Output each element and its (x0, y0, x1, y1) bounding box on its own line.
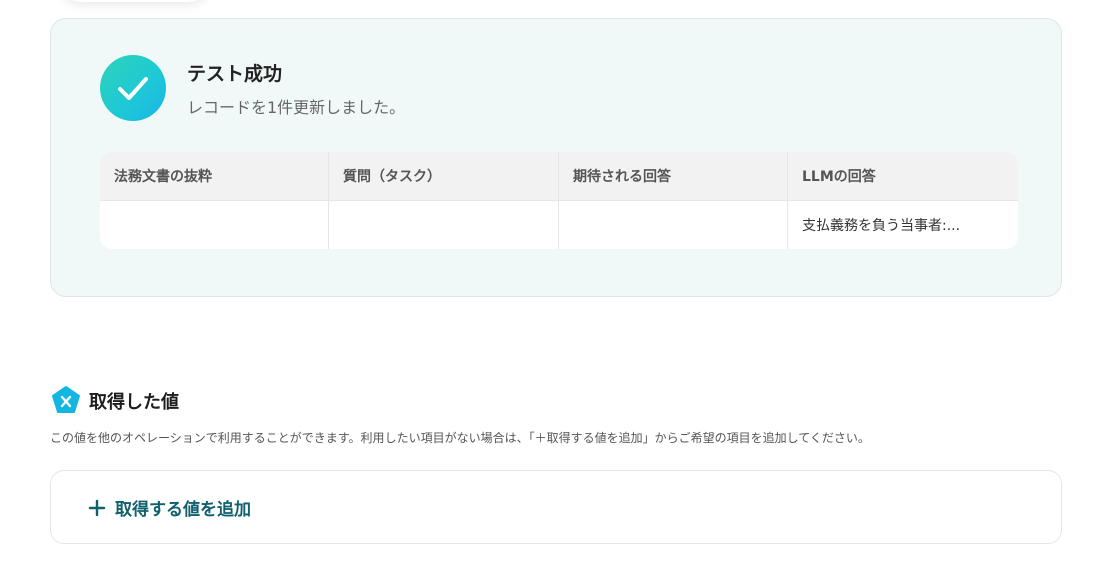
checkmark-icon (100, 55, 166, 121)
table-cell (100, 201, 329, 249)
previous-card-edge (60, 0, 210, 2)
table-cell: 支払義務を負う当事者:... (802, 218, 961, 234)
table-header-cell: 法務文書の抜粋 (100, 152, 329, 200)
table-row: 支払義務を負う当事者:... (100, 201, 1018, 249)
x-pentagon-icon (51, 385, 81, 415)
test-result-title: テスト成功 (187, 63, 283, 85)
plus-icon (88, 499, 106, 516)
test-result-subtitle: レコードを1件更新しました。 (187, 98, 406, 117)
table-header-cell: 期待される回答 (559, 152, 788, 200)
table-header-row: 法務文書の抜粋 質問（タスク） 期待される回答 LLMの回答 (100, 152, 1018, 201)
acquired-values-title: 取得した値 (89, 392, 179, 413)
result-table: 法務文書の抜粋 質問（タスク） 期待される回答 LLMの回答 支払義務を負う当事… (100, 152, 1018, 249)
add-value-button[interactable]: 取得する値を追加 (87, 495, 251, 520)
table-cell (329, 201, 559, 249)
table-cell (559, 201, 788, 249)
acquired-values-description: この値を他のオペレーションで利用することができます。利用したい項目がない場合は、… (50, 431, 870, 445)
add-value-card: 取得する値を追加 (50, 470, 1062, 544)
table-header-cell: 質問（タスク） (329, 152, 559, 200)
test-result-card: テスト成功 レコードを1件更新しました。 法務文書の抜粋 質問（タスク） 期待さ… (50, 18, 1062, 297)
table-header-cell: LLMの回答 (802, 169, 876, 185)
add-value-button-label: 取得する値を追加 (115, 500, 251, 520)
